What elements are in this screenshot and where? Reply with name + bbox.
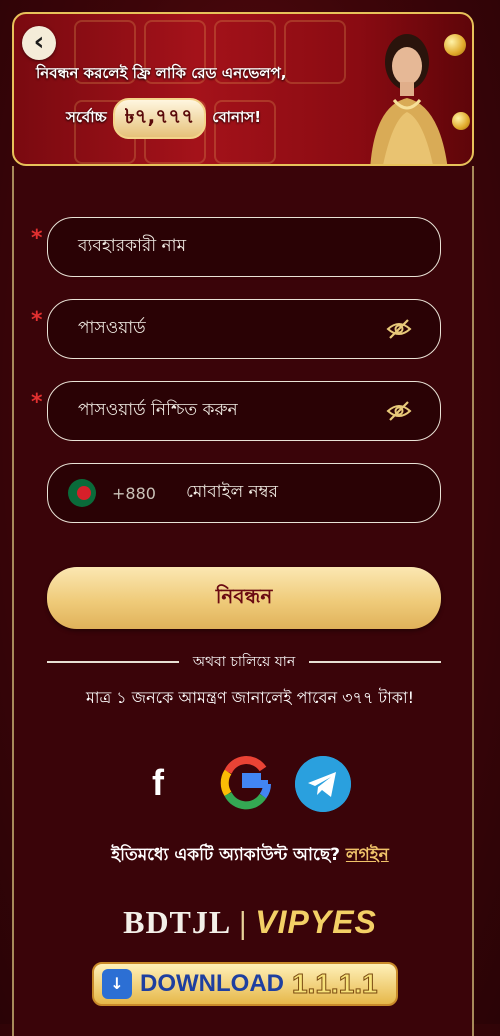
- download-label: DOWNLOAD: [140, 970, 284, 997]
- brand-left: BDTJL: [123, 904, 232, 940]
- promo-prefix: সর্বোচ্চ: [66, 108, 107, 126]
- login-prompt: ইতিমধ্যে একটি অ্যাকাউন্ট আছে? লগইন: [0, 842, 500, 870]
- facebook-icon[interactable]: f: [152, 762, 164, 804]
- eye-off-icon[interactable]: [386, 399, 412, 423]
- login-link[interactable]: লগইন: [346, 845, 389, 865]
- country-code[interactable]: +880: [112, 484, 156, 503]
- telegram-icon[interactable]: [295, 756, 351, 812]
- brand-separator: |: [239, 904, 248, 940]
- or-divider: অথবা চালিয়ে যান: [47, 652, 442, 672]
- mobile-placeholder: মোবাইল নম্বর: [185, 482, 279, 502]
- promo-headline: নিবন্ধন করলেই ফ্রি লাকি রেড এনভেলপ,: [36, 64, 287, 82]
- divider-text: অথবা চালিয়ে যান: [192, 654, 296, 670]
- login-prompt-text: ইতিমধ্যে একটি অ্যাকাউন্ট আছে?: [111, 845, 340, 865]
- google-icon[interactable]: [216, 754, 274, 812]
- username-placeholder: ব্যবহারকারী নাম: [78, 236, 187, 256]
- divider-line: [47, 661, 179, 663]
- brand-right: VIPYES: [255, 904, 377, 940]
- download-app-button[interactable]: ↓ DOWNLOAD 1.1.1.1: [92, 962, 398, 1006]
- chevron-left-icon: ‹: [33, 27, 45, 57]
- bangladesh-flag-icon[interactable]: [68, 479, 96, 507]
- password-placeholder: পাসওয়ার্ড: [78, 318, 146, 338]
- divider-line: [309, 661, 442, 663]
- username-field[interactable]: ব্যবহারকারী নাম: [47, 217, 441, 277]
- promo-amount-badge: ৳৭,৭৭৭: [112, 98, 207, 139]
- required-marker: *: [31, 308, 43, 333]
- back-button[interactable]: ‹: [22, 26, 56, 60]
- required-marker: *: [31, 390, 43, 415]
- coin-decoration: [444, 34, 466, 56]
- coin-decoration: [452, 112, 470, 130]
- required-marker: *: [31, 226, 43, 251]
- confirm-password-field[interactable]: পাসওয়ার্ড নিশ্চিত করুন: [47, 381, 441, 441]
- social-login-row: f: [140, 754, 360, 814]
- password-field[interactable]: পাসওয়ার্ড: [47, 299, 441, 359]
- eye-off-icon[interactable]: [386, 317, 412, 341]
- mobile-field[interactable]: +880 মোবাইল নম্বর: [47, 463, 441, 523]
- promo-suffix: বোনাস!: [212, 108, 262, 126]
- app-icon: ↓: [102, 969, 132, 999]
- invite-promo-text: মাত্র ১ জনকে আমন্ত্রণ জানালেই পাবেন ৩৭৭ …: [85, 688, 415, 707]
- brand-logo: BDTJL | VIPYES: [0, 904, 500, 941]
- promo-banner[interactable]: ‹ নিবন্ধন করলেই ফ্রি লাকি রেড এনভেলপ, সর…: [12, 12, 474, 166]
- confirm-password-placeholder: পাসওয়ার্ড নিশ্চিত করুন: [78, 400, 238, 420]
- banner-background-tiles: [44, 20, 364, 164]
- promo-bonus-line: সর্বোচ্চ ৳৭,৭৭৭ বোনাস!: [66, 98, 261, 139]
- download-version: 1.1.1.1: [291, 968, 378, 1000]
- register-button[interactable]: নিবন্ধন: [47, 567, 441, 629]
